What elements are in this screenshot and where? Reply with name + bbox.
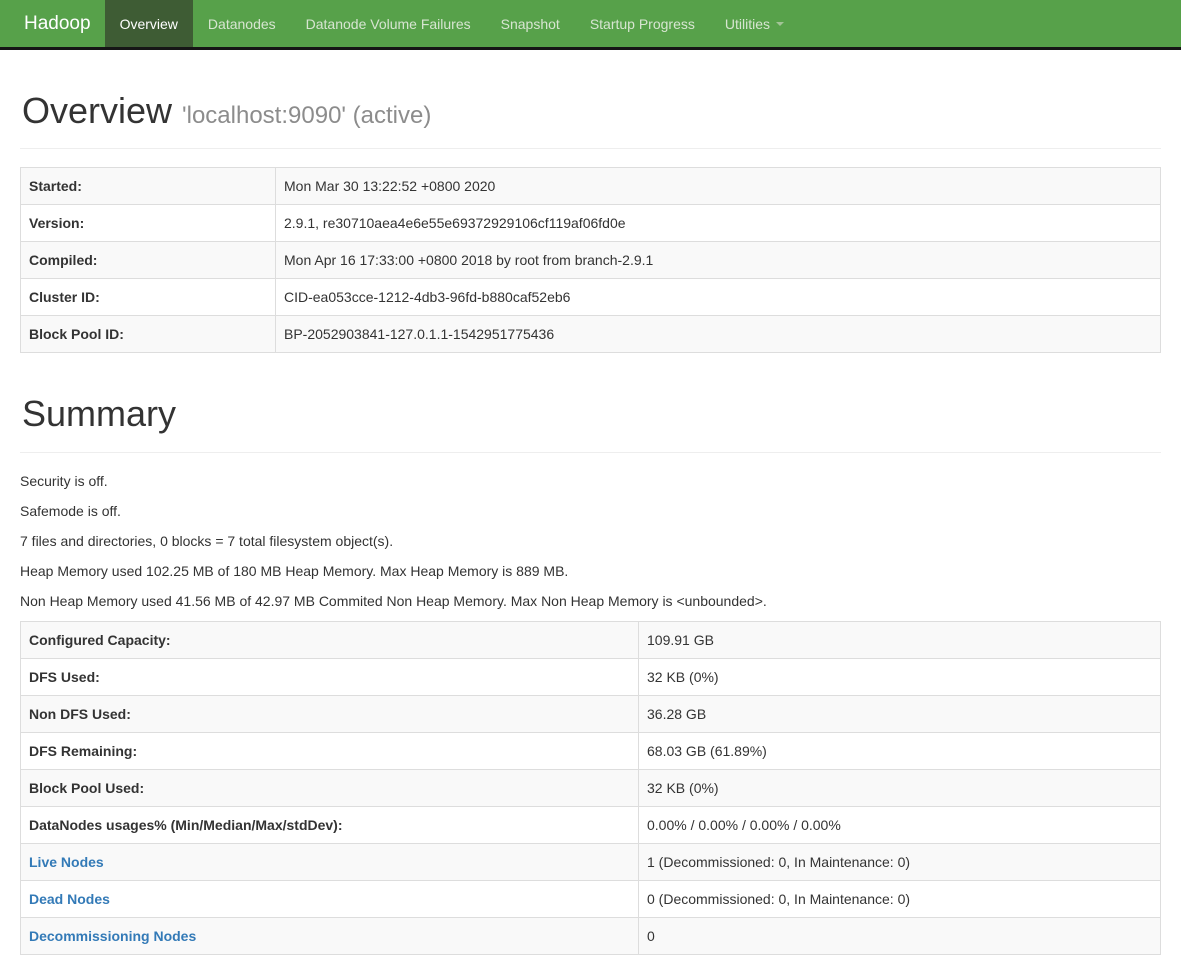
overview-row-label: Compiled:	[21, 242, 276, 279]
summary-safemode-status: Safemode is off.	[20, 501, 1161, 521]
nav-item-datanodes: Datanodes	[193, 0, 291, 47]
nav-link-startup-progress[interactable]: Startup Progress	[575, 0, 710, 47]
summary-text-block: Security is off. Safemode is off. 7 file…	[20, 471, 1161, 611]
summary-row-label: DataNodes usages% (Min/Median/Max/stdDev…	[21, 806, 639, 843]
nav-item-utilities: Utilities	[710, 0, 799, 47]
overview-row-value: Mon Mar 30 13:22:52 +0800 2020	[276, 168, 1161, 205]
table-row: Configured Capacity: 109.91 GB	[21, 621, 1161, 658]
summary-row-value: 0 (Decommissioned: 0, In Maintenance: 0)	[639, 880, 1161, 917]
table-row: Block Pool Used: 32 KB (0%)	[21, 769, 1161, 806]
summary-non-heap-memory: Non Heap Memory used 41.56 MB of 42.97 M…	[20, 591, 1161, 611]
table-row: DataNodes usages% (Min/Median/Max/stdDev…	[21, 806, 1161, 843]
summary-row-value: 0	[639, 917, 1161, 954]
summary-row-label: Decommissioning Nodes	[21, 917, 639, 954]
nav-link-utilities-label: Utilities	[725, 16, 770, 32]
overview-subtitle: 'localhost:9090' (active)	[182, 102, 431, 129]
overview-row-label: Cluster ID:	[21, 279, 276, 316]
nav-item-snapshot: Snapshot	[486, 0, 575, 47]
summary-heap-memory: Heap Memory used 102.25 MB of 180 MB Hea…	[20, 561, 1161, 581]
top-navbar: Hadoop Overview Datanodes Datanode Volum…	[0, 0, 1181, 50]
nav-item-datanode-volume-failures: Datanode Volume Failures	[291, 0, 486, 47]
table-row: Cluster ID: CID-ea053cce-1212-4db3-96fd-…	[21, 279, 1161, 316]
overview-divider	[20, 148, 1161, 149]
table-row: Live Nodes 1 (Decommissioned: 0, In Main…	[21, 843, 1161, 880]
summary-row-value: 0.00% / 0.00% / 0.00% / 0.00%	[639, 806, 1161, 843]
nav-link-overview[interactable]: Overview	[105, 0, 193, 47]
decommissioning-nodes-link[interactable]: Decommissioning Nodes	[29, 928, 196, 944]
nav-link-datanode-volume-failures[interactable]: Datanode Volume Failures	[291, 0, 486, 47]
overview-info-table: Started: Mon Mar 30 13:22:52 +0800 2020 …	[20, 167, 1161, 353]
table-row: Compiled: Mon Apr 16 17:33:00 +0800 2018…	[21, 242, 1161, 279]
overview-row-label: Version:	[21, 205, 276, 242]
nav-item-startup-progress: Startup Progress	[575, 0, 710, 47]
overview-row-value: CID-ea053cce-1212-4db3-96fd-b880caf52eb6	[276, 279, 1161, 316]
brand-hadoop[interactable]: Hadoop	[0, 0, 105, 47]
summary-filesystem-objects: 7 files and directories, 0 blocks = 7 to…	[20, 531, 1161, 551]
table-row: Started: Mon Mar 30 13:22:52 +0800 2020	[21, 168, 1161, 205]
summary-row-value: 109.91 GB	[639, 621, 1161, 658]
nav-link-utilities-dropdown[interactable]: Utilities	[710, 0, 799, 47]
table-row: Dead Nodes 0 (Decommissioned: 0, In Main…	[21, 880, 1161, 917]
nav-item-overview: Overview	[105, 0, 193, 47]
overview-row-value: 2.9.1, re30710aea4e6e55e69372929106cf119…	[276, 205, 1161, 242]
overview-row-value: BP-2052903841-127.0.1.1-1542951775436	[276, 316, 1161, 353]
table-row: Version: 2.9.1, re30710aea4e6e55e6937292…	[21, 205, 1161, 242]
summary-divider	[20, 452, 1161, 453]
summary-row-label: Non DFS Used:	[21, 695, 639, 732]
summary-security-status: Security is off.	[20, 471, 1161, 491]
summary-row-value: 32 KB (0%)	[639, 769, 1161, 806]
page-content: Overview 'localhost:9090' (active) Start…	[0, 91, 1181, 955]
summary-row-value: 68.03 GB (61.89%)	[639, 732, 1161, 769]
summary-row-label: Block Pool Used:	[21, 769, 639, 806]
table-row: DFS Remaining: 68.03 GB (61.89%)	[21, 732, 1161, 769]
table-row: Decommissioning Nodes 0	[21, 917, 1161, 954]
overview-row-label: Started:	[21, 168, 276, 205]
summary-row-label: Dead Nodes	[21, 880, 639, 917]
caret-down-icon	[776, 22, 784, 26]
nav-link-snapshot[interactable]: Snapshot	[486, 0, 575, 47]
navbar-menu: Overview Datanodes Datanode Volume Failu…	[105, 0, 799, 47]
summary-row-value: 36.28 GB	[639, 695, 1161, 732]
summary-row-label: Configured Capacity:	[21, 621, 639, 658]
summary-row-label: Live Nodes	[21, 843, 639, 880]
summary-row-label: DFS Used:	[21, 658, 639, 695]
nav-link-datanodes[interactable]: Datanodes	[193, 0, 291, 47]
overview-row-value: Mon Apr 16 17:33:00 +0800 2018 by root f…	[276, 242, 1161, 279]
overview-row-label: Block Pool ID:	[21, 316, 276, 353]
dead-nodes-link[interactable]: Dead Nodes	[29, 891, 110, 907]
overview-title-text: Overview	[22, 90, 172, 131]
live-nodes-link[interactable]: Live Nodes	[29, 854, 104, 870]
table-row: DFS Used: 32 KB (0%)	[21, 658, 1161, 695]
table-row: Non DFS Used: 36.28 GB	[21, 695, 1161, 732]
overview-section-title: Overview 'localhost:9090' (active)	[22, 91, 1161, 131]
summary-row-value: 1 (Decommissioned: 0, In Maintenance: 0)	[639, 843, 1161, 880]
summary-stats-table: Configured Capacity: 109.91 GB DFS Used:…	[20, 621, 1161, 955]
summary-row-value: 32 KB (0%)	[639, 658, 1161, 695]
table-row: Block Pool ID: BP-2052903841-127.0.1.1-1…	[21, 316, 1161, 353]
summary-section-title: Summary	[22, 394, 1161, 434]
summary-row-label: DFS Remaining:	[21, 732, 639, 769]
